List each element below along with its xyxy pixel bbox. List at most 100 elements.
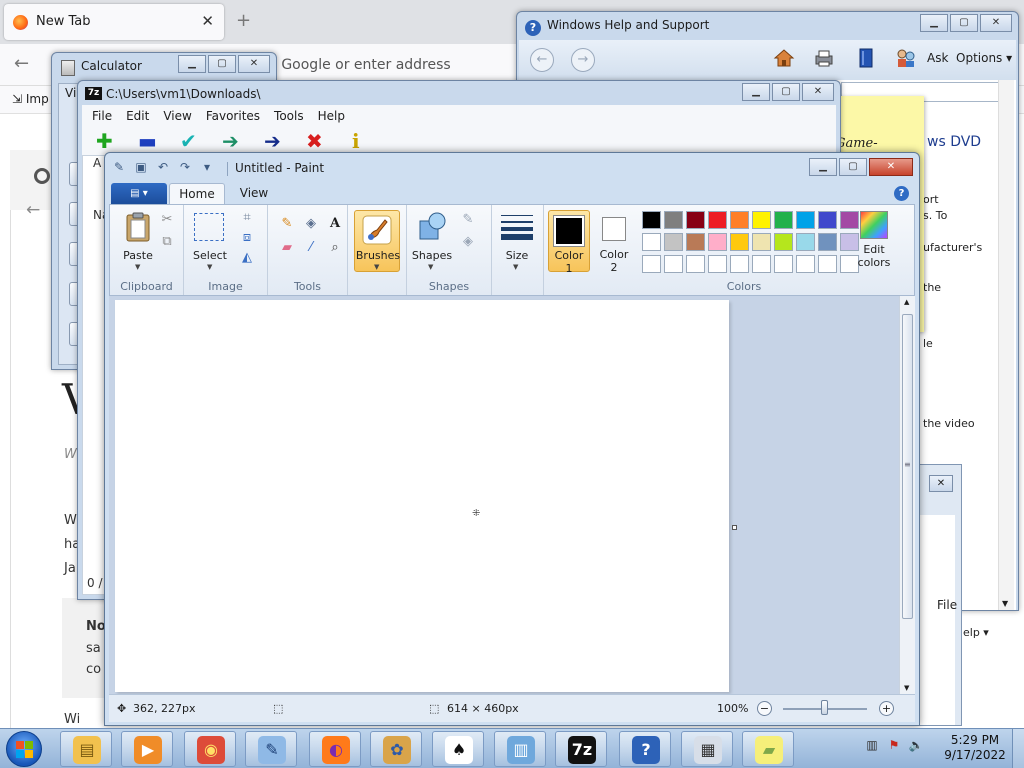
close-button[interactable]: ✕	[869, 158, 913, 176]
color-swatch[interactable]	[796, 233, 815, 251]
close-button[interactable]: ✕	[238, 55, 270, 73]
action-center-icon[interactable]: ⚑	[886, 737, 902, 753]
empty-color-swatch[interactable]	[774, 255, 793, 273]
select-label[interactable]: Select	[190, 249, 230, 262]
eraser-icon[interactable]: ▰	[278, 239, 296, 257]
taskbar-tools-button[interactable]: ✎	[245, 731, 297, 767]
canvas-area[interactable]: ⁜ ▲ ≡ ▼	[109, 296, 915, 694]
menu-help[interactable]: Help	[318, 105, 345, 127]
clock[interactable]: 5:29 PM 9/17/2022	[942, 733, 1008, 763]
undo-icon[interactable]: ↶	[155, 159, 171, 175]
menu-favorites[interactable]: Favorites	[206, 105, 260, 127]
shapes-icon[interactable]	[417, 211, 447, 241]
back-arrow-icon[interactable]: ←	[530, 48, 554, 72]
save-icon[interactable]: ▣	[133, 159, 149, 175]
import-bookmarks-link[interactable]: ⇲ Imp	[12, 92, 49, 106]
close-button[interactable]: ✕	[980, 14, 1012, 32]
scroll-up-icon[interactable]: ▲	[904, 298, 909, 306]
color-swatch[interactable]	[664, 211, 683, 229]
tab-new-tab[interactable]: New Tab ✕	[4, 4, 224, 40]
print-icon[interactable]	[813, 47, 835, 69]
test-icon[interactable]: ✔	[180, 131, 197, 151]
help-menu-fragment[interactable]: elp ▾	[963, 626, 989, 639]
color-swatch[interactable]	[686, 233, 705, 251]
start-button[interactable]	[6, 731, 42, 767]
color-swatch[interactable]	[730, 233, 749, 251]
outline-icon[interactable]: ✎	[459, 211, 477, 229]
color-swatch[interactable]	[752, 233, 771, 251]
empty-color-swatch[interactable]	[730, 255, 749, 273]
taskbar-firefox-button[interactable]: ◐	[309, 731, 361, 767]
delete-icon[interactable]: ✖	[306, 131, 323, 151]
shapes-label[interactable]: Shapes	[411, 249, 453, 262]
scrollbar-thumb[interactable]: ≡	[902, 314, 913, 619]
paint-menu-button[interactable]: ▤ ▾	[111, 183, 167, 204]
menu-tools[interactable]: Tools	[274, 105, 304, 127]
back-arrow-icon[interactable]: ←	[14, 53, 29, 74]
minimize-button[interactable]: ▁	[742, 83, 770, 101]
color-swatch[interactable]	[686, 211, 705, 229]
maximize-button[interactable]: ▢	[839, 158, 867, 176]
edit-colors-label-2[interactable]: colors	[854, 256, 894, 269]
fill-icon[interactable]: ◈	[302, 215, 320, 233]
canvas-resize-handle[interactable]	[732, 525, 737, 530]
resize-icon[interactable]: ⧈	[238, 229, 256, 247]
maximize-button[interactable]: ▢	[772, 83, 800, 101]
taskbar-chrome-button[interactable]: ◉	[184, 731, 236, 767]
color-swatch[interactable]	[642, 233, 661, 251]
scroll-down-icon[interactable]: ▼	[1002, 599, 1008, 608]
copy-icon[interactable]: ⧉	[158, 233, 176, 251]
color-swatch[interactable]	[796, 211, 815, 229]
help-scrollbar[interactable]: ▼	[998, 80, 1014, 610]
empty-color-swatch[interactable]	[796, 255, 815, 273]
move-icon[interactable]: ➔	[264, 131, 281, 151]
close-button[interactable]: ✕	[929, 475, 953, 492]
color-swatch[interactable]	[664, 233, 683, 251]
tab-home[interactable]: Home	[169, 183, 225, 204]
color-swatch[interactable]	[818, 233, 837, 251]
menu-file[interactable]: File	[92, 105, 112, 127]
empty-color-swatch[interactable]	[686, 255, 705, 273]
taskbar-paint-button[interactable]: ✿	[370, 731, 422, 767]
zoom-out-button[interactable]: −	[757, 701, 772, 716]
taskbar-files-button[interactable]: ▥	[494, 731, 546, 767]
edit-colors-label[interactable]: Edit	[854, 243, 894, 256]
color-swatch[interactable]	[774, 211, 793, 229]
cut-icon[interactable]: ✂	[158, 211, 176, 229]
copy-icon[interactable]: ➔	[222, 131, 239, 151]
taskbar-media-player-button[interactable]: ▶	[121, 731, 173, 767]
select-icon[interactable]	[194, 213, 224, 241]
help-icon[interactable]: ?	[894, 186, 909, 201]
tab-view[interactable]: View	[229, 183, 279, 204]
customize-qat-icon[interactable]: ▾	[199, 159, 215, 175]
color-swatch[interactable]	[730, 211, 749, 229]
color-swatch[interactable]	[708, 211, 727, 229]
empty-color-swatch[interactable]	[664, 255, 683, 273]
color1-button[interactable]: Color 1	[548, 210, 590, 275]
color-swatch[interactable]	[840, 211, 859, 229]
menu-edit[interactable]: Edit	[126, 105, 149, 127]
empty-color-swatch[interactable]	[642, 255, 661, 273]
menu-view[interactable]: View	[163, 105, 191, 127]
scroll-down-icon[interactable]: ▼	[904, 684, 909, 692]
paste-label[interactable]: Paste	[118, 249, 158, 262]
brushes-button[interactable]: Brushes ▼	[354, 210, 400, 272]
size-icon[interactable]	[500, 213, 534, 241]
options-menu[interactable]: Options ▾	[956, 51, 1012, 65]
dialog-file-label[interactable]: File	[937, 598, 957, 612]
crop-icon[interactable]: ⌗	[238, 209, 256, 227]
show-desktop-button[interactable]	[1012, 729, 1024, 768]
color2-button[interactable]: Color 2	[594, 210, 634, 274]
paint-window[interactable]: ✎ ▣ ↶ ↷ ▾ Untitled - Paint ▁ ▢ ✕ ▤ ▾ Hom…	[104, 152, 920, 726]
empty-color-swatch[interactable]	[752, 255, 771, 273]
tab-close-icon[interactable]: ✕	[201, 12, 214, 30]
maximize-button[interactable]: ▢	[208, 55, 236, 73]
drawing-canvas[interactable]: ⁜	[115, 300, 729, 692]
color-swatch[interactable]	[642, 211, 661, 229]
taskbar-explorer-button[interactable]: ▤	[60, 731, 112, 767]
add-icon[interactable]: ✚	[96, 131, 113, 151]
minimize-button[interactable]: ▁	[809, 158, 837, 176]
rotate-icon[interactable]: ◭	[238, 249, 256, 267]
maximize-button[interactable]: ▢	[950, 14, 978, 32]
url-bar[interactable]: h Google or enter address	[268, 57, 451, 73]
